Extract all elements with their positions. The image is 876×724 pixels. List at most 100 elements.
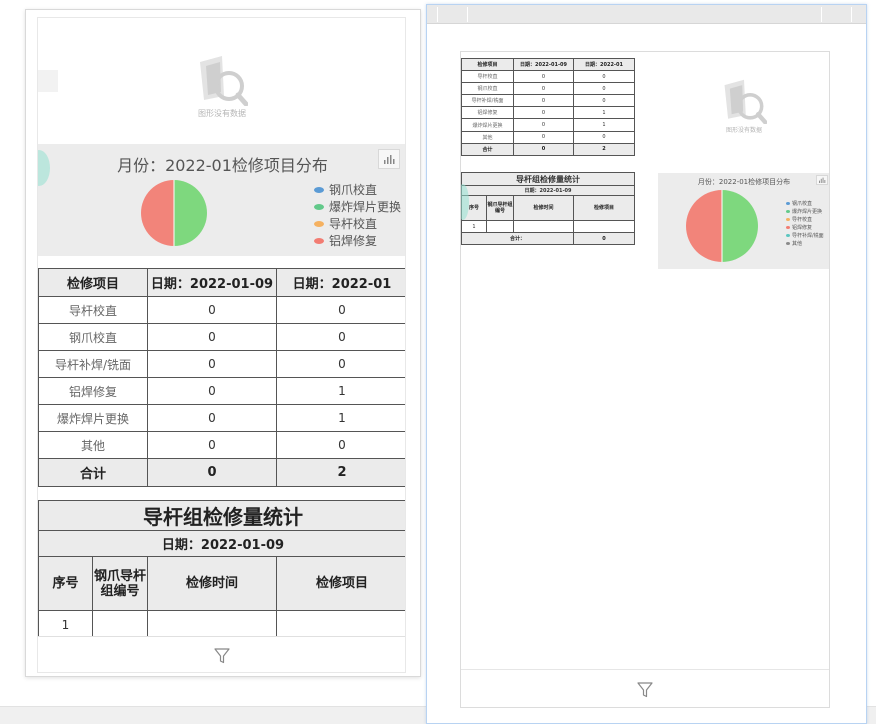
table-row: 其他 0 0: [38, 431, 405, 459]
legend-label: 钢爪校直: [792, 200, 813, 207]
legend-swatch: [786, 225, 790, 229]
header-date-day: 日期：2022-01-09: [147, 268, 277, 297]
row-month-count: 1: [276, 377, 405, 405]
legend-item[interactable]: 导杆校直: [786, 215, 824, 223]
header-date-month: 日期：2022-01: [573, 57, 635, 72]
row-item-name: 钢爪校直: [461, 82, 514, 96]
pie-slice-green[interactable]: [722, 190, 758, 262]
legend-item[interactable]: 铝焊修复: [314, 232, 401, 249]
pie-legend: 钢爪校直 爆炸焊片更换 导杆校直 铝焊修复: [314, 181, 401, 249]
chart-toggle-button[interactable]: [378, 149, 400, 169]
table-header-row: 检修项目 日期：2022-01-09 日期：2022-01: [38, 268, 405, 297]
legend-item[interactable]: 其他: [786, 239, 824, 247]
row-day-count: 0: [513, 82, 574, 96]
filter-bar: [38, 636, 405, 672]
row-month-count: 0: [573, 94, 635, 108]
legend-label: 导杆补焊/铣面: [792, 232, 824, 239]
total-value: 0: [573, 232, 635, 245]
legend-label: 导杆校直: [329, 217, 378, 231]
no-data-text: 图形没有数据: [725, 127, 762, 134]
table-row: 导杆补焊/铣面 0 0: [38, 350, 405, 378]
table-title: 导杆组检修量统计: [38, 500, 405, 531]
header-date-month: 日期：2022-01: [276, 268, 405, 297]
table-title: 导杆组检修量统计: [461, 172, 635, 186]
row-item-name: 导杆补焊/铣面: [461, 94, 514, 108]
table-total-row: 合计： 0: [461, 232, 635, 245]
row-month-count: 0: [276, 350, 405, 378]
row-day-count: 0: [513, 130, 574, 144]
side-tab-stub[interactable]: [38, 70, 58, 92]
row-month-count: 1: [573, 106, 635, 120]
row-maintenance-time: [513, 220, 574, 233]
legend-item[interactable]: 爆炸焊片更换: [314, 198, 401, 215]
legend-item[interactable]: 钢爪校直: [314, 181, 401, 198]
header-maintenance-time: 检修时间: [147, 556, 277, 611]
ruler-tick: [821, 7, 822, 22]
row-month-count: 0: [573, 70, 635, 84]
row-group-code: [92, 610, 148, 639]
row-day-count: 0: [513, 70, 574, 84]
legend-swatch: [314, 237, 324, 244]
ruler-tick: [851, 7, 852, 22]
table-row: 爆炸焊片更换 0 1: [38, 404, 405, 432]
table-row: 钢爪校直 0 0: [461, 82, 635, 96]
row-month-count: 0: [276, 296, 405, 324]
legend-item[interactable]: 导杆校直: [314, 215, 401, 232]
row-item-name: 导杆校直: [461, 70, 514, 84]
table-row: 其他 0 0: [461, 130, 635, 144]
table-header-row: 检修项目 日期：2022-01-09 日期：2022-01: [461, 57, 635, 72]
table-date: 日期：2022-01-09: [461, 185, 635, 196]
preview-toolbar: [427, 5, 866, 24]
row-day-count: 0: [513, 94, 574, 108]
table-total-row: 合计 0 2: [461, 142, 635, 156]
rod-group-maintenance-table: 导杆组检修量统计 日期：2022-01-09 序号 钢爪导杆组编号 检修时间 检…: [38, 500, 405, 639]
legend-swatch: [314, 203, 324, 210]
table-header-row: 序号 钢爪导杆组编号 检修时间 检修项目: [461, 195, 635, 221]
header-group-code: 钢爪导杆组编号: [486, 195, 514, 221]
legend-swatch: [786, 201, 790, 205]
header-maintenance-time: 检修时间: [513, 195, 574, 221]
legend-item[interactable]: 铝焊修复: [786, 223, 824, 231]
table-row: 1: [38, 610, 405, 639]
no-data-icon: [200, 56, 248, 106]
row-day-count: 0: [147, 350, 277, 378]
total-day-count: 0: [147, 458, 277, 487]
row-item-name: 铝焊修复: [38, 377, 148, 405]
header-date-day: 日期：2022-01-09: [513, 57, 574, 72]
preview-summary-table: 检修项目 日期：2022-01-09 日期：2022-01 导杆校直 0 0 钢…: [461, 57, 635, 156]
legend-item[interactable]: 导杆补焊/铣面: [786, 231, 824, 239]
filter-icon[interactable]: [213, 647, 231, 665]
pie-chart: [141, 180, 207, 246]
legend-swatch: [786, 241, 790, 245]
table-row: 导杆校直 0 0: [461, 70, 635, 84]
table-row: 导杆补焊/铣面 0 0: [461, 94, 635, 108]
pie-slice-green[interactable]: [174, 180, 207, 246]
row-item-name: 导杆补焊/铣面: [38, 350, 148, 378]
row-month-count: 1: [276, 404, 405, 432]
preview-page[interactable]: 检修项目 日期：2022-01-09 日期：2022-01 导杆校直 0 0 钢…: [460, 51, 830, 708]
legend-swatch: [786, 233, 790, 237]
row-seq: 1: [38, 610, 93, 639]
total-month-count: 2: [276, 458, 405, 487]
row-item-name: 爆炸焊片更换: [461, 118, 514, 132]
legend-label: 导杆校直: [792, 216, 813, 223]
row-day-count: 0: [513, 106, 574, 120]
pie-slice-red[interactable]: [686, 190, 722, 262]
filter-icon[interactable]: [636, 681, 654, 699]
legend-item[interactable]: 爆炸焊片更换: [786, 207, 824, 215]
row-month-count: 0: [276, 431, 405, 459]
pie-slice-red[interactable]: [141, 180, 174, 246]
row-item-name: 其他: [38, 431, 148, 459]
row-month-count: 0: [573, 130, 635, 144]
table-row: 钢爪校直 0 0: [38, 323, 405, 351]
legend-item[interactable]: 钢爪校直: [786, 199, 824, 207]
table-row: 导杆校直 0 0: [38, 296, 405, 324]
table-row: 爆炸焊片更换 0 1: [461, 118, 635, 132]
row-day-count: 0: [147, 404, 277, 432]
chart-toggle-button[interactable]: [816, 175, 828, 185]
row-day-count: 0: [147, 377, 277, 405]
table-row: 铝焊修复 0 1: [461, 106, 635, 120]
mobile-report-page[interactable]: 图形没有数据 月份：2022-01检修项目分布 钢爪校直 爆炸焊片更换 导杆校直…: [37, 17, 406, 673]
row-maintenance-item: [276, 610, 405, 639]
no-data-text: 图形没有数据: [198, 109, 246, 118]
